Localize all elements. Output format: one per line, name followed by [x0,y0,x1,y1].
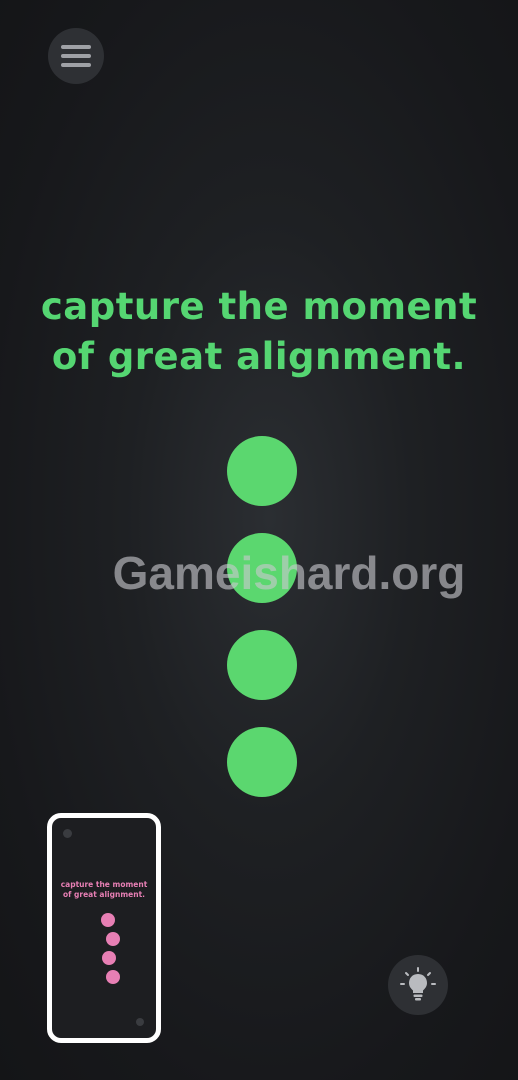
level-prompt: capture the moment of great alignment. [0,282,518,382]
level-prompt-line-2: of great alignment. [51,335,467,378]
green-dot-4[interactable] [227,727,297,797]
solution-preview-thumbnail[interactable]: capture the moment of great alignment. [47,813,161,1043]
green-dot-3[interactable] [227,630,297,700]
lightbulb-icon [400,967,436,1001]
green-dot-1[interactable] [227,436,297,506]
level-prompt-line-1: capture the moment [40,285,478,328]
preview-menu-icon [63,829,72,838]
preview-pink-dot-2 [106,932,120,946]
green-dot-2[interactable] [227,533,297,603]
preview-prompt-line-2: of great alignment. [62,890,146,899]
preview-hint-icon [136,1018,144,1026]
hamburger-menu-icon [61,45,91,67]
preview-prompt: capture the moment of great alignment. [52,880,156,900]
preview-prompt-line-1: capture the moment [60,880,148,889]
menu-button[interactable] [48,28,104,84]
preview-pink-dot-1 [101,913,115,927]
preview-pink-dot-4 [106,970,120,984]
hint-button[interactable] [388,955,448,1015]
preview-pink-dot-3 [102,951,116,965]
